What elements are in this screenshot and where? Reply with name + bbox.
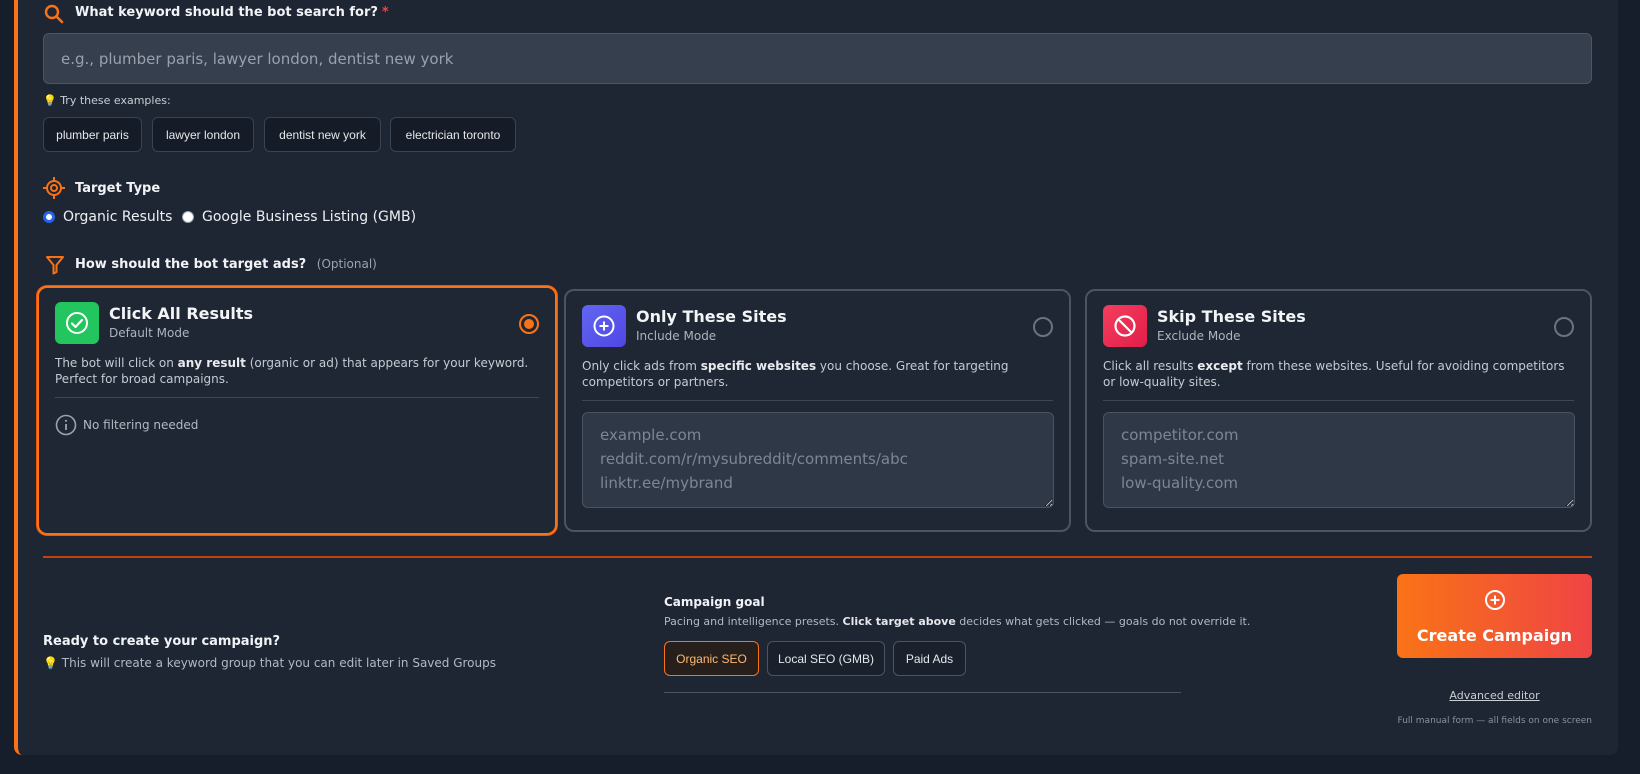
- keyword-input[interactable]: [43, 33, 1592, 84]
- example-chip-lawyer-london[interactable]: lawyer london: [152, 117, 254, 152]
- target-type-organic-radio[interactable]: Organic Results: [43, 209, 172, 225]
- card-description: Click all results except from these webs…: [1103, 359, 1565, 389]
- create-campaign-label: Create Campaign: [1416, 626, 1573, 645]
- organic-results-label: Organic Results: [63, 209, 173, 225]
- campaign-goal-label: Campaign goal: [664, 595, 765, 609]
- card-description: The bot will click on any result (organi…: [55, 356, 529, 386]
- required-mark: *: [381, 5, 389, 20]
- ready-hint: 💡 This will create a keyword group that …: [43, 656, 496, 670]
- card-divider: [1103, 400, 1574, 401]
- info-icon: [55, 414, 77, 440]
- include-sites-textarea[interactable]: [582, 412, 1054, 508]
- goal-divider: [664, 692, 1181, 693]
- ready-title: Ready to create your campaign?: [43, 634, 281, 649]
- card-divider: [55, 397, 539, 398]
- card-only-these-sites[interactable]: Only These Sites Include Mode Only click…: [564, 289, 1071, 532]
- campaign-goal-desc: Pacing and intelligence presets. Click t…: [664, 615, 1251, 628]
- card-radio[interactable]: [1033, 317, 1053, 337]
- goal-paid-ads-button[interactable]: Paid Ads: [893, 641, 966, 676]
- block-icon: [1103, 305, 1147, 347]
- card-title: Skip These Sites: [1157, 307, 1306, 326]
- goal-local-seo-button[interactable]: Local SEO (GMB): [767, 641, 885, 676]
- card-subtitle: Include Mode: [636, 329, 717, 343]
- check-circle-icon: [55, 302, 99, 344]
- card-skip-these-sites[interactable]: Skip These Sites Exclude Mode Click all …: [1085, 289, 1592, 532]
- radio-unselected-indicator: [182, 211, 194, 223]
- card-description: Only click ads from specific websites yo…: [582, 359, 1009, 389]
- no-filtering-note: No filtering needed: [83, 418, 199, 432]
- target-type-label: Target Type: [75, 181, 161, 196]
- filter-icon: [45, 255, 65, 279]
- card-click-all-results[interactable]: Click All Results Default Mode The bot w…: [37, 286, 557, 535]
- card-divider: [582, 400, 1053, 401]
- card-title: Only These Sites: [636, 307, 787, 326]
- ad-targeting-label: How should the bot target ads? (Optional…: [75, 257, 377, 272]
- search-icon: [44, 4, 64, 28]
- advanced-editor-link[interactable]: Advanced editor: [1397, 689, 1592, 702]
- card-radio[interactable]: [1554, 317, 1574, 337]
- radio-selected-indicator: [43, 211, 55, 223]
- card-subtitle: Exclude Mode: [1157, 329, 1241, 343]
- footer-divider: [43, 556, 1592, 558]
- optional-tag: (Optional): [316, 257, 377, 271]
- card-title: Click All Results: [109, 304, 254, 323]
- gmb-label: Google Business Listing (GMB): [202, 209, 417, 225]
- card-radio[interactable]: [519, 314, 539, 334]
- target-type-gmb-radio[interactable]: Google Business Listing (GMB): [182, 209, 416, 225]
- example-chip-plumber-paris[interactable]: plumber paris: [43, 117, 142, 152]
- advanced-editor-note: Full manual form — all fields on one scr…: [1397, 716, 1592, 726]
- card-subtitle: Default Mode: [109, 326, 190, 340]
- examples-hint: 💡 Try these examples:: [43, 94, 171, 107]
- target-icon: [43, 177, 65, 203]
- example-chip-dentist-new-york[interactable]: dentist new york: [264, 117, 381, 152]
- create-campaign-button[interactable]: Create Campaign: [1397, 574, 1592, 658]
- goal-organic-seo-button[interactable]: Organic SEO: [664, 641, 759, 676]
- exclude-sites-textarea[interactable]: [1103, 412, 1575, 508]
- keyword-label: What keyword should the bot search for? *: [75, 5, 389, 20]
- example-chip-electrician-toronto[interactable]: electrician toronto: [390, 117, 516, 152]
- plus-circle-icon: [1484, 589, 1506, 614]
- plus-circle-icon: [582, 305, 626, 347]
